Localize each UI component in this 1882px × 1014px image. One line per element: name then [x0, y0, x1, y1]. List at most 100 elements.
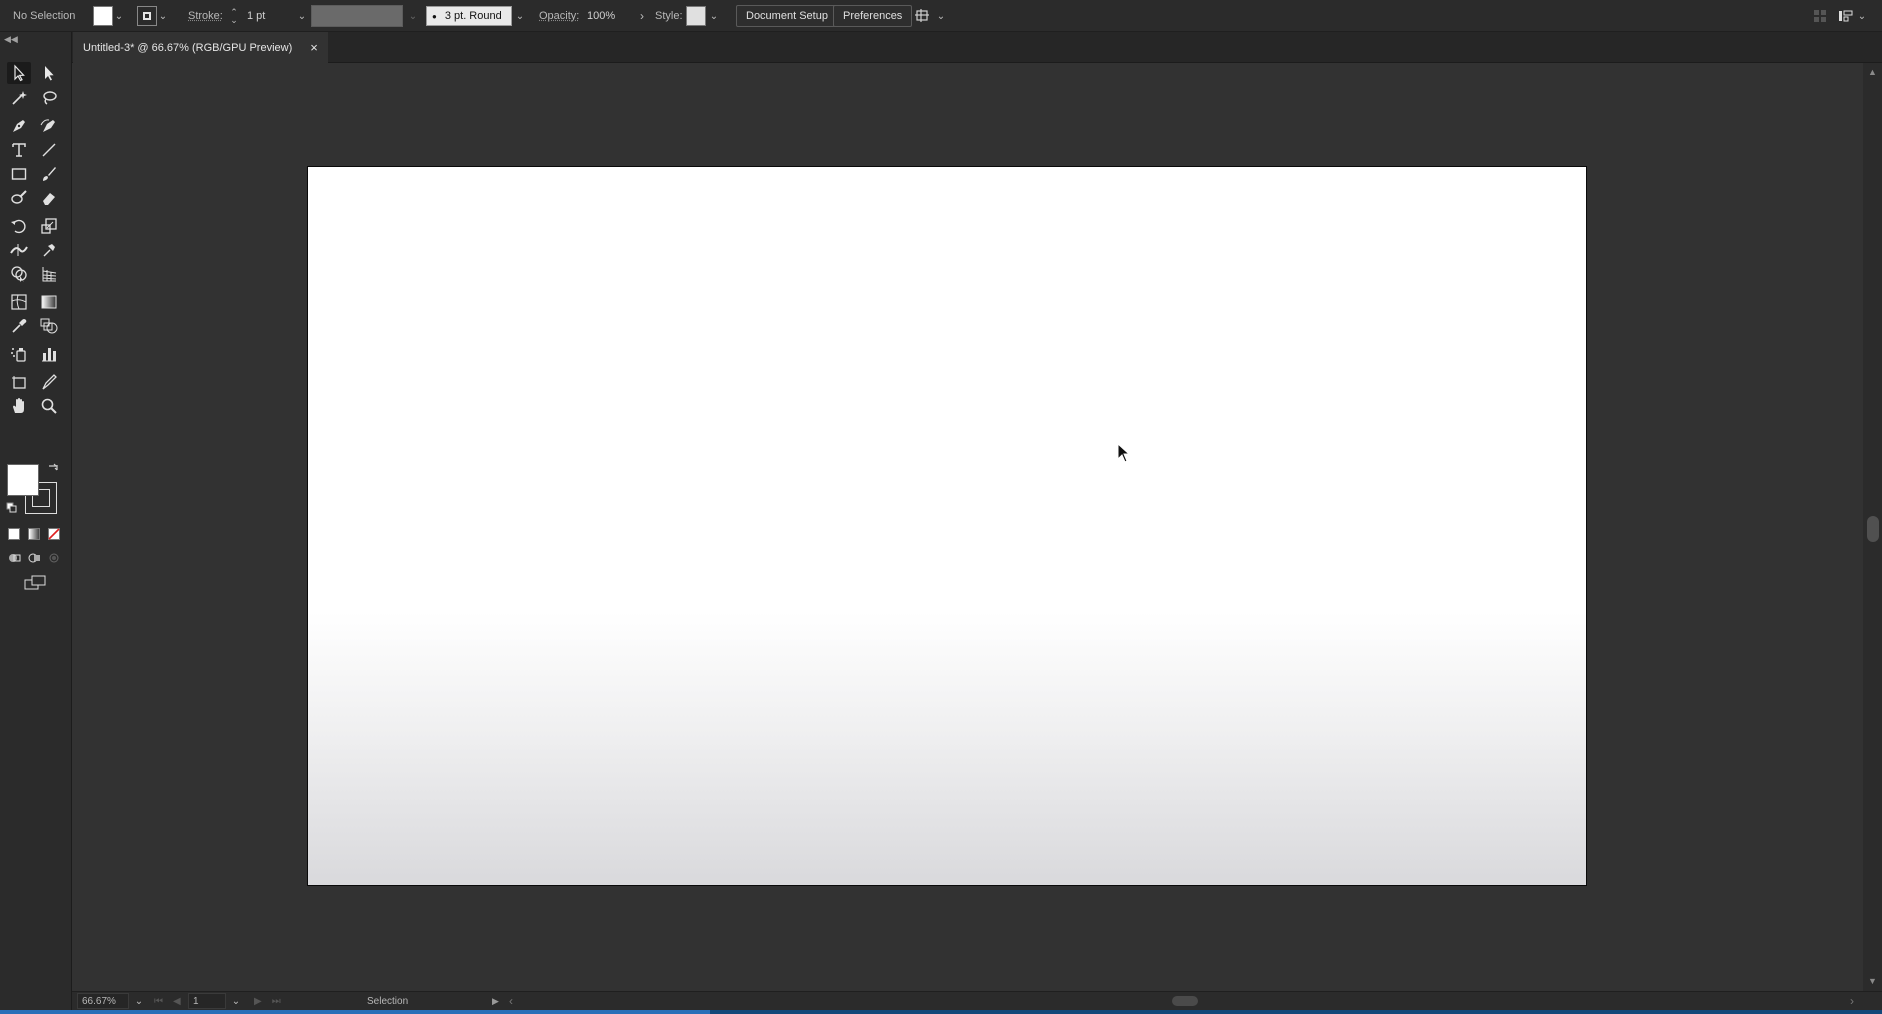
document-setup-wrap: Document Setup	[736, 0, 838, 32]
scroll-down-icon[interactable]: ▼	[1868, 976, 1877, 986]
variable-width-profile-swatch[interactable]	[311, 5, 403, 27]
horizontal-scroll-thumb[interactable]	[1172, 996, 1198, 1006]
symbol-sprayer-tool-icon[interactable]	[7, 343, 31, 365]
rectangle-tool-icon[interactable]	[7, 163, 31, 185]
vertical-scroll-thumb[interactable]	[1867, 516, 1879, 542]
previous-artboard-icon[interactable]: ◀	[173, 996, 181, 1007]
arrange-documents-control[interactable]: ⌄	[915, 0, 947, 32]
fill-color-box[interactable]	[7, 464, 39, 496]
eyedropper-tool-icon[interactable]	[7, 315, 31, 337]
gradient-tool-icon[interactable]	[37, 291, 61, 313]
stroke-label[interactable]: Stroke:	[188, 10, 223, 22]
pen-tool-icon[interactable]	[7, 115, 31, 137]
curvature-tool-icon[interactable]	[37, 115, 61, 137]
draw-inside-icon[interactable]	[48, 552, 61, 564]
collapse-panel-icon[interactable]: ◀◀	[4, 34, 18, 45]
direct-selection-tool-icon[interactable]	[37, 62, 61, 84]
chevron-down-icon[interactable]: ⌄	[157, 11, 169, 22]
grid-icon[interactable]	[1813, 9, 1827, 23]
variable-width-profile[interactable]: ⌄	[311, 0, 419, 32]
scroll-right-icon[interactable]: ›	[1850, 992, 1854, 1010]
blend-tool-icon[interactable]	[37, 315, 61, 337]
artboard[interactable]	[307, 166, 1587, 886]
document-setup-button[interactable]: Document Setup	[736, 5, 838, 27]
graphic-style-control[interactable]: ⌄	[686, 0, 720, 32]
chevron-down-icon[interactable]: ⌄	[407, 11, 419, 22]
lasso-tool-icon[interactable]	[37, 87, 61, 109]
panel-toggle-left[interactable]	[1813, 0, 1827, 32]
stroke-color-control[interactable]: ⌄	[137, 0, 169, 32]
shaper-tool-icon[interactable]	[7, 187, 31, 209]
close-icon[interactable]: ×	[310, 40, 318, 55]
draw-behind-icon[interactable]	[28, 552, 41, 564]
line-segment-tool-icon[interactable]	[37, 139, 61, 161]
chevron-down-icon[interactable]: ⌄	[133, 996, 145, 1007]
selection-status-label: No Selection	[13, 10, 76, 22]
opacity-control[interactable]: 100% ›	[582, 0, 648, 32]
puppet-warp-tool-icon[interactable]	[37, 239, 61, 261]
scroll-left-icon[interactable]: ‹	[509, 992, 513, 1010]
chevron-down-icon[interactable]: ⌄	[514, 11, 526, 22]
opacity-field[interactable]: 100%	[582, 6, 632, 26]
shape-builder-tool-icon[interactable]	[7, 263, 31, 285]
default-fill-stroke-icon[interactable]	[6, 502, 18, 514]
graphic-style-swatch[interactable]	[686, 6, 706, 26]
preferences-button[interactable]: Preferences	[833, 5, 913, 27]
opacity-label[interactable]: Opacity:	[539, 10, 579, 22]
scroll-up-icon[interactable]: ▲	[1868, 67, 1877, 77]
paintbrush-tool-icon[interactable]	[37, 163, 61, 185]
screen-mode-icon[interactable]	[24, 575, 46, 591]
selection-tool-icon[interactable]	[7, 62, 31, 84]
stroke-weight-control[interactable]: ⌃ ⌄ 1 pt ⌄	[228, 0, 308, 32]
width-tool-icon[interactable]	[7, 239, 31, 261]
brush-label: 3 pt. Round	[444, 10, 502, 22]
workspace-switcher[interactable]: ⌄	[1838, 0, 1868, 32]
chevron-right-icon[interactable]: ›	[636, 9, 648, 23]
document-setup-label: Document Setup	[746, 10, 828, 22]
none-mode-button[interactable]	[48, 528, 60, 540]
scale-tool-icon[interactable]	[37, 215, 61, 237]
magic-wand-tool-icon[interactable]	[7, 87, 31, 109]
last-artboard-icon[interactable]: ⏭	[272, 996, 281, 1007]
zoom-tool-icon[interactable]	[37, 395, 61, 417]
chevron-down-icon[interactable]: ⌄	[296, 11, 308, 22]
next-artboard-icon[interactable]: ▶	[254, 996, 262, 1007]
zoom-field[interactable]: 66.67%	[77, 993, 129, 1009]
draw-normal-icon[interactable]	[8, 552, 21, 564]
fill-swatch[interactable]	[93, 6, 113, 26]
arrange-icon[interactable]	[915, 8, 933, 24]
stepper-icon[interactable]: ⌃ ⌄	[228, 8, 240, 25]
zoom-control[interactable]: 66.67% ⌄	[77, 992, 145, 1010]
chevron-down-icon[interactable]: ⌄	[230, 996, 242, 1007]
chevron-down-icon[interactable]: ⌄	[708, 11, 720, 22]
brush-definition-field[interactable]: ● 3 pt. Round	[426, 6, 512, 26]
stroke-weight-field[interactable]: 1 pt	[242, 6, 294, 26]
brush-definition[interactable]: ● 3 pt. Round ⌄	[426, 0, 526, 32]
rotate-tool-icon[interactable]	[7, 215, 31, 237]
chevron-down-icon[interactable]: ⌄	[113, 11, 125, 22]
hand-tool-icon[interactable]	[7, 395, 31, 417]
stroke-swatch[interactable]	[137, 6, 157, 26]
mesh-tool-icon[interactable]	[7, 291, 31, 313]
slice-tool-icon[interactable]	[37, 371, 61, 393]
chevron-down-icon[interactable]: ⌄	[1856, 11, 1868, 22]
perspective-grid-tool-icon[interactable]	[37, 263, 61, 285]
canvas-area[interactable]	[72, 63, 1863, 991]
status-bar: 66.67% ⌄ ⏮ ◀ 1 ⌄ ▶ ⏭ Selection ▶ ‹ ›	[72, 991, 1882, 1010]
vertical-scrollbar[interactable]: ▲ ▼	[1863, 63, 1882, 991]
eraser-tool-icon[interactable]	[37, 187, 61, 209]
swap-fill-stroke-icon[interactable]	[47, 462, 59, 474]
artboard-number-field[interactable]: 1	[188, 993, 226, 1009]
document-tab[interactable]: Untitled-3* @ 66.67% (RGB/GPU Preview) ×	[73, 32, 328, 63]
fill-color-control[interactable]: ⌄	[93, 0, 125, 32]
status-menu-icon[interactable]: ▶	[492, 992, 499, 1010]
workspace-icon[interactable]	[1838, 9, 1854, 23]
chevron-down-icon[interactable]: ⌄	[935, 11, 947, 22]
artboard-tool-icon[interactable]	[7, 371, 31, 393]
column-graph-tool-icon[interactable]	[37, 343, 61, 365]
color-mode-button[interactable]	[8, 528, 20, 540]
type-tool-icon[interactable]	[7, 139, 31, 161]
artboard-number-control[interactable]: 1 ⌄	[188, 992, 242, 1010]
gradient-mode-button[interactable]	[28, 528, 40, 540]
first-artboard-icon[interactable]: ⏮	[154, 996, 163, 1007]
